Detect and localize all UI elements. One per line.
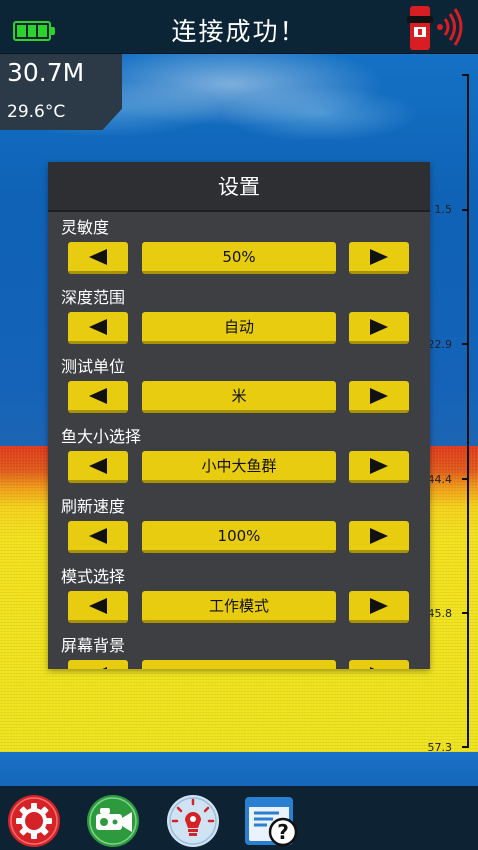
arrow-left-icon — [89, 597, 107, 614]
decrease-button[interactable] — [68, 521, 128, 553]
setting-label: 深度范围 — [61, 288, 126, 307]
arrow-right-icon — [370, 597, 388, 614]
svg-text:?: ? — [277, 820, 289, 844]
setting-label: 鱼大小选择 — [61, 427, 142, 446]
arrow-left-icon — [89, 387, 107, 404]
arrow-right-icon — [370, 248, 388, 265]
scale-tick — [462, 746, 469, 748]
setting-label: 测试单位 — [61, 357, 126, 376]
depth-scale — [467, 74, 469, 748]
setting-label: 模式选择 — [61, 567, 126, 586]
arrow-right-icon — [370, 318, 388, 335]
setting-value: 自动 — [142, 312, 336, 344]
increase-button[interactable] — [349, 591, 409, 623]
arrow-left-icon — [89, 248, 107, 265]
scale-tick — [462, 478, 469, 480]
increase-button[interactable] — [349, 521, 409, 553]
decrease-button[interactable] — [68, 312, 128, 344]
setting-label: 灵敏度 — [61, 218, 110, 237]
scale-label: 1.5 — [434, 203, 453, 216]
arrow-left-icon — [89, 527, 107, 544]
scale-label: 44.4 — [427, 473, 453, 486]
scale-tick — [462, 343, 469, 345]
arrow-right-icon — [370, 457, 388, 474]
arrow-left-icon — [89, 457, 107, 474]
setting-value: 工作模式 — [142, 591, 336, 623]
setting-label: 刷新速度 — [61, 497, 126, 516]
sonar-device-signal-icon[interactable] — [403, 4, 469, 52]
depth-readout-panel: 30.7M 29.6°C — [0, 54, 122, 130]
scale-tick — [462, 74, 469, 76]
arrow-right-icon — [370, 527, 388, 544]
decrease-button[interactable] — [68, 242, 128, 274]
scale-label: 57.3 — [427, 741, 453, 754]
arrow-left-icon — [89, 666, 107, 669]
increase-button[interactable] — [349, 381, 409, 413]
increase-button[interactable] — [349, 312, 409, 344]
arrow-left-icon — [89, 318, 107, 335]
increase-button[interactable] — [349, 242, 409, 274]
arrow-right-icon — [370, 666, 388, 669]
scale-tick — [462, 209, 469, 211]
increase-button[interactable] — [349, 451, 409, 483]
setting-value: 100% — [142, 521, 336, 553]
decrease-button[interactable] — [68, 591, 128, 623]
decrease-button[interactable] — [68, 381, 128, 413]
setting-label: 屏幕背景 — [61, 636, 126, 655]
temperature-value: 29.6°C — [7, 102, 66, 122]
settings-dialog: 设置 灵敏度 50% 深度范围 自动 测试单位 米 鱼大小选择 小中大鱼群 刷新… — [48, 162, 430, 669]
bottom-toolbar: ? — [0, 786, 478, 850]
help-document-icon[interactable]: ? — [241, 794, 303, 848]
arrow-right-icon — [370, 387, 388, 404]
deep-water — [0, 752, 478, 786]
setting-value — [142, 660, 336, 669]
setting-value: 米 — [142, 381, 336, 413]
settings-title: 设置 — [48, 162, 430, 212]
depth-value: 30.7M — [7, 58, 85, 87]
scale-label: 45.8 — [427, 607, 453, 620]
light-bulb-icon[interactable] — [162, 794, 224, 848]
decrease-button[interactable] — [68, 451, 128, 483]
top-header: 连接成功！ — [0, 0, 478, 54]
scale-label: 22.9 — [427, 338, 453, 351]
settings-gear-icon[interactable] — [3, 794, 65, 848]
setting-value: 小中大鱼群 — [142, 451, 336, 483]
camera-icon[interactable] — [82, 794, 144, 848]
increase-button[interactable] — [349, 660, 409, 669]
scale-tick — [462, 612, 469, 614]
decrease-button[interactable] — [68, 660, 128, 669]
setting-value: 50% — [142, 242, 336, 274]
